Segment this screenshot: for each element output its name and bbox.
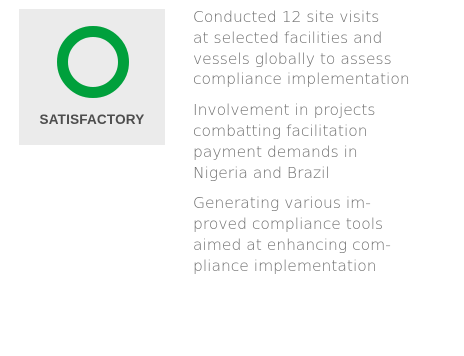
item-line: compliance implementation: [193, 70, 410, 89]
item-line: Nigeria and Brazil: [193, 163, 330, 182]
item-line: combatting facilitation: [193, 121, 368, 140]
list-item: Conducted 12 site visits at selected fac…: [193, 7, 461, 90]
item-line: proved compliance tools: [193, 215, 384, 234]
item-line: Generating various im-: [193, 194, 371, 213]
item-line: at selected facilities and: [193, 28, 383, 47]
item-line: vessels globally to assess: [193, 49, 392, 68]
status-card: SATISFACTORY: [19, 9, 165, 145]
list-item: Involvement in projects combatting facil…: [193, 100, 461, 183]
status-label: SATISFACTORY: [39, 112, 145, 127]
list-item: Generating various im- proved compliance…: [193, 193, 461, 276]
item-line: Conducted 12 site visits: [193, 8, 380, 26]
item-line: Involvement in projects: [193, 101, 376, 120]
item-line: payment demands in: [193, 142, 358, 161]
item-line: aimed at enhancing com-: [193, 235, 391, 254]
item-line: pliance implementation: [193, 256, 377, 275]
achievements-list: Conducted 12 site visits at selected fac…: [193, 7, 461, 287]
ring-icon: [57, 26, 129, 98]
